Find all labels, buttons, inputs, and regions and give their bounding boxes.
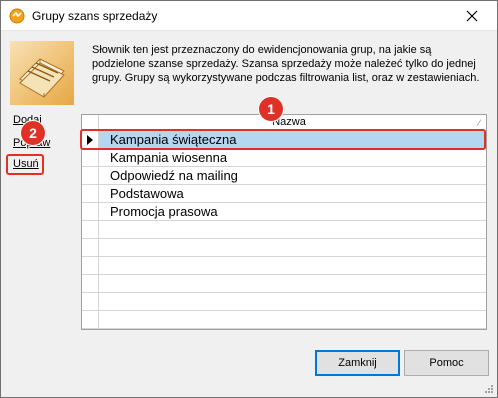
row-indicator-cell [82, 275, 99, 293]
table-row-empty[interactable] [82, 239, 486, 257]
row-indicator-cell [82, 149, 99, 167]
row-name-cell[interactable] [99, 311, 486, 329]
row-name-cell[interactable] [99, 293, 486, 311]
row-indicator-cell [82, 167, 99, 185]
annotation-marker-2: 2 [21, 121, 45, 145]
annotation-highlight-row [80, 129, 486, 150]
row-name-cell[interactable] [99, 275, 486, 293]
window-title: Grupy szans sprzedaży [32, 9, 158, 23]
title-bar[interactable]: Grupy szans sprzedaży [1, 1, 497, 31]
row-indicator-cell [82, 311, 99, 329]
resize-grip-icon[interactable] [484, 384, 494, 394]
table-row-empty[interactable] [82, 257, 486, 275]
table-row[interactable]: Kampania wiosenna [82, 149, 486, 167]
close-button[interactable]: Zamknij [315, 350, 400, 376]
row-name-cell[interactable]: Promocja prasowa [99, 203, 486, 221]
row-indicator-cell [82, 293, 99, 311]
sort-icon: ⁄ [478, 118, 480, 128]
table-row[interactable]: Promocja prasowa [82, 203, 486, 221]
table-row[interactable]: Podstawowa [82, 185, 486, 203]
close-icon[interactable] [457, 5, 487, 27]
row-name-cell[interactable] [99, 239, 486, 257]
row-indicator-cell [82, 221, 99, 239]
column-header-name[interactable]: Nazwa [99, 116, 479, 128]
row-name-cell[interactable]: Odpowiedź na mailing [99, 167, 486, 185]
row-indicator-cell [82, 257, 99, 275]
row-name-cell[interactable]: Kampania wiosenna [99, 149, 486, 167]
table-row-empty[interactable] [82, 275, 486, 293]
app-logo-icon [9, 8, 25, 24]
dialog-window: Grupy szans sprzedaży Słownik ten jest p… [0, 0, 498, 398]
row-name-cell[interactable] [99, 221, 486, 239]
table-row-empty[interactable] [82, 221, 486, 239]
annotation-highlight-delete [6, 154, 44, 175]
table-row[interactable]: Odpowiedź na mailing [82, 167, 486, 185]
book-icon [10, 41, 74, 105]
dictionary-description: Słownik ten jest przeznaczony do ewidenc… [92, 44, 480, 84]
row-name-cell[interactable] [99, 257, 486, 275]
help-button[interactable]: Pomoc [404, 350, 489, 376]
table-row-empty[interactable] [82, 311, 486, 329]
row-name-cell[interactable]: Podstawowa [99, 185, 486, 203]
row-indicator-cell [82, 239, 99, 257]
grid-rows: Kampania świąteczna Kampania wiosenna Od… [82, 131, 486, 329]
row-indicator-cell [82, 185, 99, 203]
row-indicator-cell [82, 203, 99, 221]
table-row-empty[interactable] [82, 293, 486, 311]
annotation-marker-1: 1 [259, 97, 283, 121]
